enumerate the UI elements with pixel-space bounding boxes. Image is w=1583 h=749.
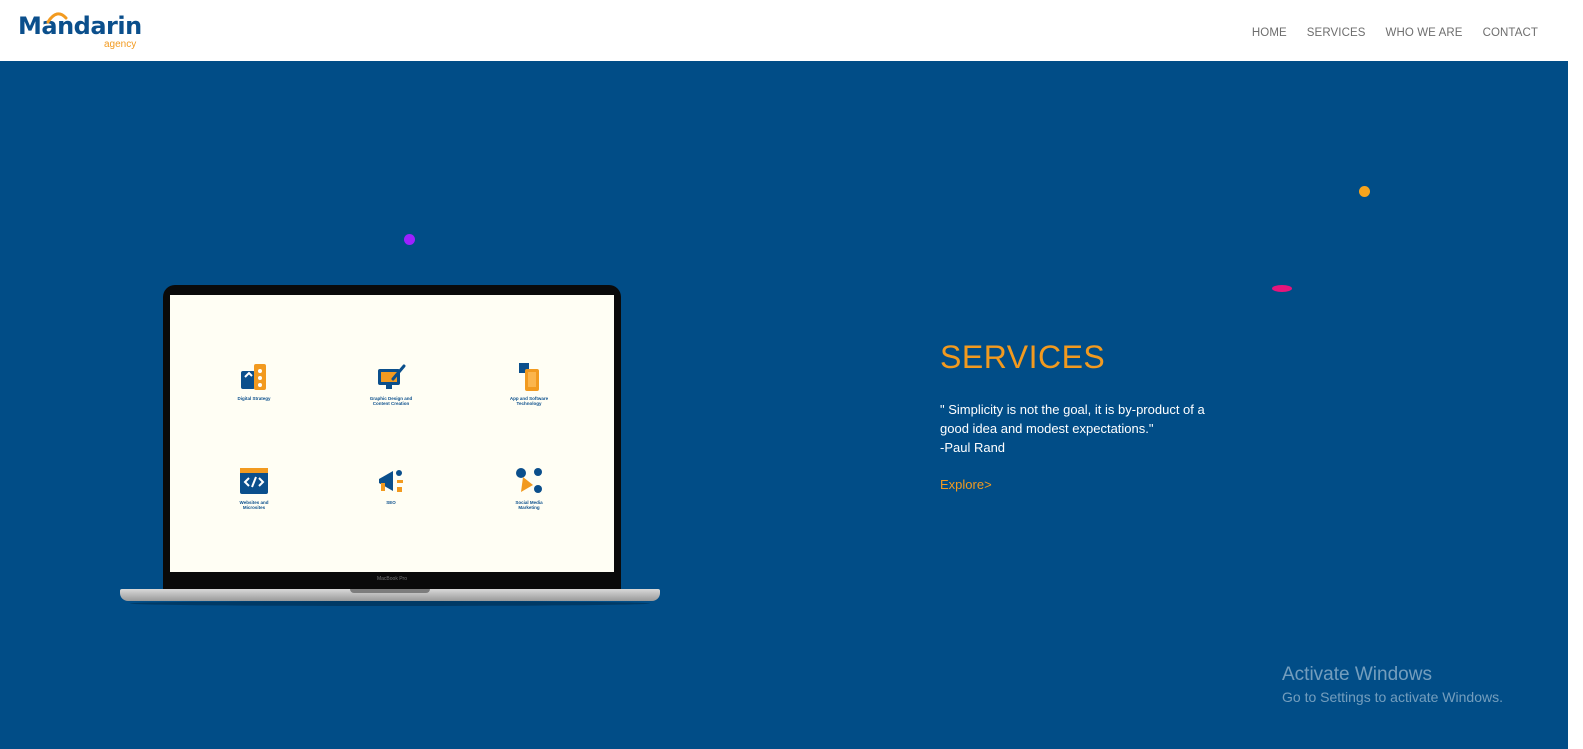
decorative-dot-pink [1272,285,1292,292]
nav-services[interactable]: SERVICES [1307,27,1366,39]
decorative-dot-purple [404,234,415,245]
nav-contact[interactable]: CONTACT [1483,27,1538,39]
service-app-software: App and Software Technology [479,361,579,406]
laptop-shadow [130,601,650,606]
nav-who-we-are[interactable]: WHO WE ARE [1386,27,1463,39]
watermark-title: Activate Windows [1282,664,1432,685]
laptop-model-label: MacBook Pro [376,576,407,582]
brand-logo[interactable]: Mandarin agency [18,12,148,52]
nav-home[interactable]: HOME [1252,27,1287,39]
page-scrollbar[interactable] [1568,0,1583,749]
service-websites: Websites and Microsites [204,465,304,510]
watermark-subtitle: Go to Settings to activate Windows. [1282,689,1503,705]
laptop-mockup: Digital Strategy Graphic Design and Cont… [120,285,660,607]
explore-link[interactable]: Explore> [940,477,992,492]
service-seo: SEO [341,465,441,505]
logo-tagline: agency [104,39,137,50]
app-software-icon [519,363,539,391]
section-title: SERVICES [940,339,1106,375]
service-label: Digital Strategy [237,396,271,401]
site-header: Mandarin agency HOME SERVICES WHO WE ARE… [0,0,1568,61]
hero-quote: " Simplicity is not the goal, it is by-p… [940,400,1210,457]
decorative-dot-orange [1359,186,1370,197]
service-label-line2: Microsites [242,505,266,510]
quote-text: " Simplicity is not the goal, it is by-p… [940,402,1205,436]
seo-megaphone-icon [379,470,403,492]
laptop-notch [350,589,430,593]
service-digital-strategy: Digital Strategy [204,361,304,401]
social-media-icon [516,468,542,493]
windows-activation-watermark: Activate Windows Go to Settings to activ… [1282,664,1503,705]
service-social-media: Social Media Marketing [479,465,579,510]
logo-wordmark: Mandarin [18,12,142,40]
service-label: SEO [386,500,396,505]
hero-section: Digital Strategy Graphic Design and Cont… [0,61,1568,749]
laptop-screen: Digital Strategy Graphic Design and Cont… [170,295,614,572]
service-label-line2: Content Creation [372,401,410,406]
websites-code-icon [240,468,268,494]
logo-arc-icon [46,12,68,24]
main-nav: HOME SERVICES WHO WE ARE CONTACT [1252,27,1538,39]
graphic-design-icon [378,364,406,389]
digital-strategy-icon [241,364,266,390]
quote-author: -Paul Rand [940,440,1006,455]
service-label-line2: Technology [516,401,542,406]
service-label-line2: Marketing [518,505,540,510]
service-graphic-design: Graphic Design and Content Creation [341,361,441,406]
